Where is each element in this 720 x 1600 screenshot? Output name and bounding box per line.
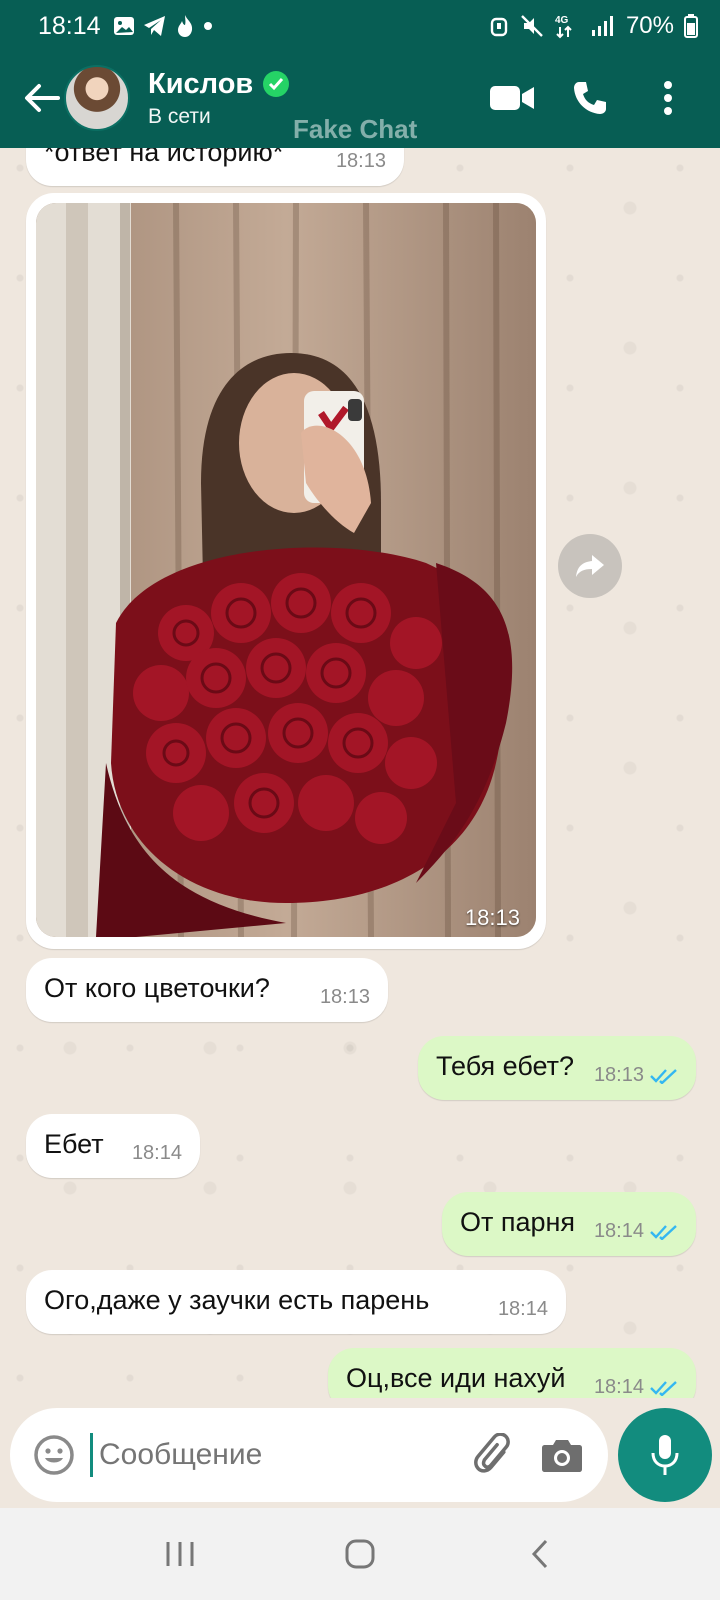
recents-button[interactable] <box>140 1524 220 1584</box>
verified-icon <box>263 71 290 97</box>
battery-icon <box>684 14 698 38</box>
camera-icon <box>542 1440 582 1472</box>
alarm-icon <box>490 17 508 37</box>
tinder-notification-icon <box>177 15 192 37</box>
read-ticks-icon <box>650 1380 677 1396</box>
more-vert-icon <box>664 81 672 115</box>
contact-avatar[interactable] <box>64 65 130 131</box>
phone-icon <box>574 82 606 114</box>
recents-icon <box>166 1542 194 1566</box>
back-nav-icon <box>531 1539 548 1569</box>
status-time: 18:14 <box>38 11 101 40</box>
message-input-container[interactable] <box>10 1408 608 1502</box>
telegram-notification-icon <box>143 16 165 36</box>
mirror-selfie-roses-image <box>36 203 536 937</box>
message-time: 18:13 <box>335 150 386 172</box>
back-button[interactable] <box>12 68 72 128</box>
mute-icon <box>521 15 543 37</box>
home-button[interactable] <box>320 1524 400 1584</box>
text-cursor <box>90 1433 93 1477</box>
message-time: 18:14 <box>497 1298 548 1320</box>
app-top-bar: 18:14 4G 70% Кислов В сети Fake Chat <box>0 0 720 148</box>
message-bubble[interactable]: Ебет 18:14 <box>26 1114 200 1178</box>
message-text: *ответ на историю* <box>44 148 284 167</box>
system-navigation-bar <box>0 1508 720 1600</box>
message-bubble[interactable]: Оц,все иди нахуй 18:14 <box>328 1348 696 1398</box>
more-options-button[interactable] <box>642 72 694 124</box>
back-arrow-icon <box>25 84 60 112</box>
home-icon <box>345 1539 375 1569</box>
message-time: 18:14 <box>593 1220 644 1242</box>
video-call-icon <box>490 86 534 110</box>
message-composer <box>0 1398 720 1508</box>
voice-message-button[interactable] <box>618 1408 712 1502</box>
contact-presence: В сети <box>148 104 211 128</box>
message-bubble[interactable]: Тебя ебет? 18:13 <box>418 1036 696 1100</box>
network-4g-icon: 4G <box>555 15 572 39</box>
voice-call-button[interactable] <box>564 72 616 124</box>
camera-button[interactable] <box>538 1431 586 1479</box>
message-list[interactable]: *ответ на историю* 18:13 18:13 От кого ц… <box>0 148 720 1398</box>
message-text: Ого,даже у заучки есть парень <box>44 1285 430 1315</box>
attach-button[interactable] <box>470 1431 518 1479</box>
message-bubble[interactable]: Ого,даже у заучки есть парень 18:14 <box>26 1270 566 1334</box>
photo-time: 18:13 <box>464 905 520 930</box>
svg-text:4G: 4G <box>555 15 569 26</box>
message-bubble[interactable]: От кого цветочки? 18:13 <box>26 958 388 1022</box>
message-input[interactable] <box>99 1438 459 1472</box>
video-call-button[interactable] <box>486 72 538 124</box>
status-bar: 18:14 4G 70% <box>0 0 720 52</box>
emoji-icon[interactable] <box>32 1433 76 1477</box>
message-time: 18:14 <box>131 1142 182 1164</box>
back-nav-button[interactable] <box>500 1524 580 1584</box>
forward-button[interactable] <box>558 534 622 598</box>
photo-message[interactable]: 18:13 <box>26 193 546 949</box>
message-bubble[interactable]: *ответ на историю* 18:13 <box>26 148 404 186</box>
read-ticks-icon <box>650 1224 677 1240</box>
message-time: 18:14 <box>593 1376 644 1398</box>
contact-info[interactable]: Кислов В сети <box>148 67 290 129</box>
attach-icon <box>474 1433 510 1473</box>
gallery-notification-icon <box>113 17 134 35</box>
mic-icon <box>651 1435 679 1475</box>
message-time: 18:13 <box>319 986 370 1008</box>
dot-notification-icon <box>203 22 212 30</box>
battery-percent: 70% <box>625 12 674 39</box>
signal-icon <box>591 16 613 36</box>
forward-icon <box>576 555 604 577</box>
photo-image[interactable]: 18:13 <box>36 203 536 937</box>
message-time: 18:13 <box>593 1064 644 1086</box>
read-ticks-icon <box>650 1068 677 1084</box>
fake-chat-watermark: Fake Chat <box>293 114 418 144</box>
contact-name: Кислов <box>148 67 254 100</box>
message-bubble[interactable]: От парня 18:14 <box>442 1192 696 1256</box>
